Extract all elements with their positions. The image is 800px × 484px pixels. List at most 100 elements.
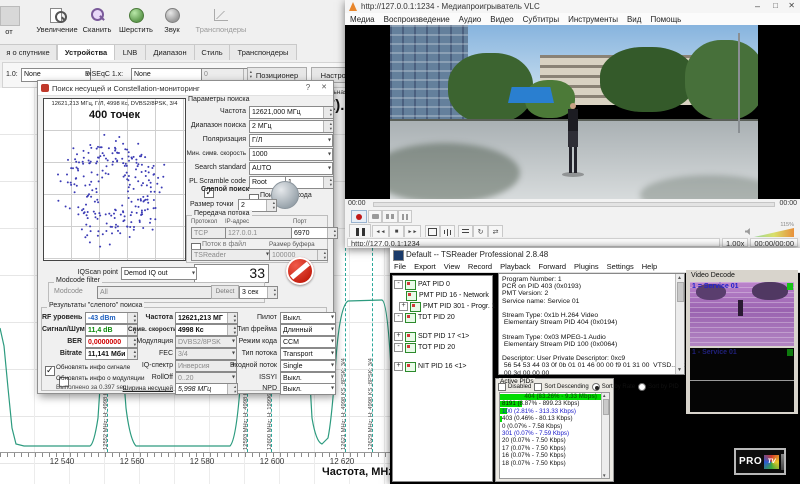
volume-slider[interactable]	[754, 228, 794, 237]
search-standard-select[interactable]: AUTO	[249, 162, 333, 175]
details-scrollbar[interactable]: ▲ ▼	[675, 274, 684, 374]
stop-icon[interactable]	[286, 257, 314, 285]
tick-12600: 12 600	[250, 457, 294, 466]
pid-row-8191[interactable]: 8191 (8.87% - 899.23 Kbps)	[500, 400, 609, 407]
port-spinner[interactable]: 6970	[291, 227, 338, 239]
sort-by-rate-option[interactable]: Sort by Rate	[592, 383, 635, 391]
pid-row-17[interactable]: 17 (0.07% - 7.50 Kbps)	[500, 445, 609, 452]
tab-devices[interactable]: Устройства	[57, 44, 115, 60]
pid-tree-panel[interactable]: -PAT PID 0 PMT PID 16 - Network +PMT PID…	[392, 275, 493, 482]
vlc-titlebar[interactable]: http://127.0.0.1:1234 - Медиапроигрывате…	[345, 0, 800, 13]
tree-item-nit[interactable]: +NIT PID 16 <1>	[394, 361, 492, 372]
tab-lnb[interactable]: LNB	[114, 44, 146, 60]
pid-row-301[interactable]: 301 (0.07% - 7.59 Kbps)	[500, 430, 609, 437]
details-panel[interactable]: Program Number: 1 PCR on PID 403 (0x0193…	[498, 273, 685, 375]
video-thumb-2: 1 - Service 01	[690, 348, 794, 412]
freq-spinner[interactable]: 12621,000 МГц	[249, 106, 334, 119]
stream-type-value[interactable]: Transport	[280, 348, 336, 360]
tree-item-pmt301[interactable]: +PMT PID 301 - Progr. 1	[394, 301, 492, 312]
sort-by-pid-option[interactable]: Sort by PID	[638, 383, 679, 391]
tab-transponders[interactable]: Транспондеры	[229, 44, 297, 60]
dialog-help-button[interactable]: ?	[302, 83, 314, 93]
detect-button[interactable]: Detect	[211, 285, 239, 299]
pid-row-18[interactable]: 18 (0.07% - 7.50 Kbps)	[500, 460, 609, 467]
pilot-value[interactable]: Выкл.	[280, 312, 336, 324]
toolbar-partial-button[interactable]: от	[0, 5, 18, 39]
loop-ab-button[interactable]	[382, 210, 398, 223]
ts-menu-plugins[interactable]: Plugins	[574, 262, 599, 271]
vlc-maximize-button[interactable]: □	[773, 1, 778, 10]
input-stream-value[interactable]: Single	[280, 360, 336, 372]
carrier-width-link[interactable]: Ширина несущей	[118, 385, 173, 392]
iqscan-point-label: IQScan point	[63, 269, 118, 276]
tree-item-tot[interactable]: -TOT PID 20	[394, 342, 492, 353]
tab-range[interactable]: Диапазон	[145, 44, 195, 60]
code-mode-value[interactable]: CCM	[280, 336, 336, 348]
iqscan-point-select[interactable]: Demod IQ out	[121, 267, 197, 280]
modcode-group-title: Modcode filter	[54, 277, 102, 284]
vlc-menu-subtitles[interactable]: Субтитры	[523, 15, 559, 24]
dialog-close-button[interactable]: ✕	[318, 83, 330, 93]
vlc-menu-media[interactable]: Медиа	[350, 15, 375, 24]
ts-menu-settings[interactable]: Settings	[607, 262, 634, 271]
tree-item-tdt[interactable]: -TDT PID 20	[394, 312, 492, 323]
protocol-header: Протокол	[191, 219, 217, 225]
zoom-button[interactable]: Увеличение	[36, 5, 78, 39]
pid-row-403[interactable]: 403 (0.46% - 80.13 Kbps)	[500, 415, 609, 422]
tab-style[interactable]: Стиль	[194, 44, 230, 60]
npd-value[interactable]: Выкл.	[280, 383, 336, 395]
frame-by-frame-button[interactable]	[398, 210, 412, 223]
rf-level-label: RF уровень	[42, 314, 82, 321]
vlc-menu-playback[interactable]: Воспроизведение	[384, 15, 450, 24]
sound-button[interactable]: Звук	[158, 5, 186, 39]
dialog-titlebar[interactable]: Поиск несущей и Constellation-мониторинг…	[38, 81, 333, 96]
modcode-select[interactable]: All	[97, 286, 221, 299]
pid-row-16[interactable]: 16 (0.07% - 7.50 Kbps)	[500, 452, 609, 459]
pid-row-404[interactable]: 404 (83.26% - 9.33 Mbps)	[500, 393, 609, 400]
record-button[interactable]	[351, 210, 367, 223]
protv-logo: PRO TV	[734, 448, 786, 475]
vlc-menu-video[interactable]: Видео	[490, 15, 513, 24]
polarization-select[interactable]: Г/Л	[249, 134, 333, 147]
ts-menu-forward[interactable]: Forward	[539, 262, 567, 271]
frame-type-value[interactable]: Длинный	[280, 324, 336, 336]
ts-menu-export[interactable]: Export	[414, 262, 436, 271]
ts-menu-file[interactable]: File	[394, 262, 406, 271]
pid-list[interactable]: 404 (83.26% - 9.33 Mbps) 8191 (8.87% - 8…	[499, 392, 610, 479]
tree-item-sdt[interactable]: +SDT PID 17 <1>	[394, 331, 492, 342]
disabled-option[interactable]: Disabled	[498, 383, 531, 391]
crawl-button[interactable]: Шерстить	[116, 5, 156, 39]
detect-interval-spinner[interactable]: 3 сек	[239, 286, 278, 299]
tab-satellite-info[interactable]: я о спутнике	[0, 44, 57, 60]
vlc-close-button[interactable]: ✕	[788, 1, 795, 10]
ts-menu-record[interactable]: Record	[468, 262, 492, 271]
tsreader-titlebar[interactable]: Default -- TSReader Professional 2.8.48	[390, 248, 800, 261]
vlc-menu-view[interactable]: Вид	[627, 15, 641, 24]
ts-menu-playback[interactable]: Playback	[500, 262, 530, 271]
vlc-status-rate[interactable]: 1.00x	[722, 238, 748, 247]
pid-list-scrollbar[interactable]: ▲ ▼	[601, 393, 609, 478]
ip-select[interactable]: 127.0.0.1	[225, 227, 301, 239]
update-signal-info-checkbox[interactable]	[45, 366, 55, 376]
min-symrate-select[interactable]: 1000	[249, 148, 333, 161]
vlc-menu-help[interactable]: Помощь	[650, 15, 681, 24]
vlc-video-area[interactable]	[345, 25, 800, 199]
ts-menu-help[interactable]: Help	[642, 262, 657, 271]
reader-select[interactable]: TSReader	[191, 249, 271, 261]
vlc-status-time[interactable]: 00:00/00:00	[750, 238, 798, 247]
vlc-menu-audio[interactable]: Аудио	[459, 15, 482, 24]
tree-item-pmt16[interactable]: PMT PID 16 - Network	[394, 290, 492, 301]
range-spinner[interactable]: 2 МГц	[249, 120, 334, 133]
vlc-minimize-button[interactable]: –	[755, 1, 760, 11]
pid-row-100[interactable]: 100 (2.81% - 313.33 Kbps)	[500, 408, 609, 415]
tree-item-pat[interactable]: -PAT PID 0	[394, 279, 492, 290]
pid-row-20[interactable]: 20 (0.07% - 7.50 Kbps)	[500, 437, 609, 444]
pid-row-0[interactable]: 0 (0.07% - 7.58 Kbps)	[500, 423, 609, 430]
snapshot-button[interactable]	[368, 210, 382, 223]
scan-button[interactable]: Сканить	[80, 5, 114, 39]
vlc-seek-bar[interactable]	[373, 202, 775, 207]
vlc-menu-tools[interactable]: Инструменты	[568, 15, 618, 24]
ts-menu-view[interactable]: View	[444, 262, 460, 271]
sort-descending-option[interactable]: Sort Descending	[534, 383, 588, 391]
transponders-button[interactable]: Транспондеры	[190, 5, 252, 39]
